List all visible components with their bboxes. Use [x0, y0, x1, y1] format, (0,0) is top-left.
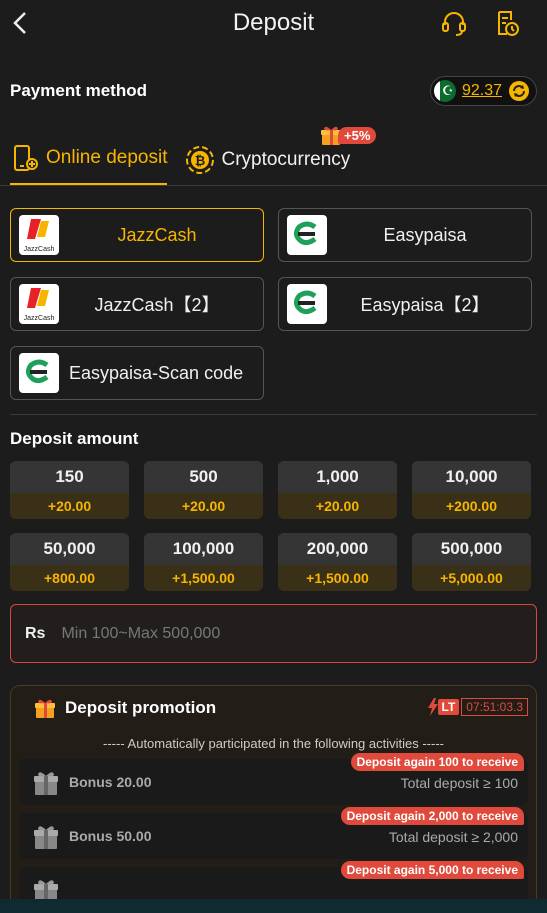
method-jazzcash[interactable]: JazzCash JazzCash [10, 208, 264, 262]
payment-method-label: Payment method [10, 81, 147, 100]
header: Deposit [0, 0, 547, 46]
tab-cryptocurrency-label: Cryptocurrency [221, 149, 351, 170]
method-easypaisa-scan-code[interactable]: Easypaisa-Scan code [10, 346, 264, 400]
amount-bonus: +20.00 [278, 493, 397, 519]
bonus-name: Bonus 50.00 [69, 828, 152, 844]
currency-label: Rs [25, 624, 46, 642]
promotion-timer: LT 07:51:03.3 [427, 698, 528, 716]
amount-value: 500 [144, 461, 263, 493]
payment-method-row: Payment method ☪ 92.37 [0, 66, 547, 116]
amount-bonus: +20.00 [10, 493, 129, 519]
amount-bonus: +20.00 [144, 493, 263, 519]
pakistan-flag-icon: ☪ [433, 80, 456, 102]
method-easypaisa-label: Easypaisa [383, 224, 467, 245]
bonus-tag: Deposit again 2,000 to receive [340, 807, 524, 825]
amount-option[interactable]: 200,000 +1,500.00 [278, 533, 397, 591]
amount-option[interactable]: 500 +20.00 [144, 461, 263, 519]
amount-option[interactable]: 10,000 +200.00 [412, 461, 531, 519]
refresh-icon[interactable] [508, 80, 530, 102]
deposit-promotion-title: Deposit promotion [65, 698, 217, 717]
mobile-deposit-icon [14, 145, 38, 171]
back-arrow-icon[interactable] [10, 10, 30, 36]
gift-box-icon [34, 772, 58, 795]
bonus-tag: Deposit again 100 to receive [350, 753, 524, 771]
bitcoin-icon: ₿ [186, 146, 215, 174]
bottom-bar [0, 899, 547, 913]
limited-time-badge: LT [437, 699, 460, 715]
jazzcash-logo-icon: JazzCash [19, 284, 59, 324]
amount-value: 50,000 [10, 533, 129, 565]
method-easypaisa-2-label: Easypaisa【2】 [360, 295, 490, 315]
easypaisa-logo-icon [287, 284, 327, 324]
bonus-condition: Total deposit ≥ 100 [400, 775, 518, 791]
gift-box-icon [34, 826, 58, 849]
tab-online-deposit-label: Online deposit [46, 147, 168, 168]
crypto-bonus-badge: +5% [320, 124, 377, 146]
jazzcash-logo-text: JazzCash [24, 246, 55, 253]
deposit-promotion-card: Deposit promotion LT 07:51:03.3 ----- Au… [10, 685, 537, 913]
amount-option[interactable]: 100,000 +1,500.00 [144, 533, 263, 591]
lightning-icon [427, 698, 438, 716]
jazzcash-logo-text: JazzCash [24, 315, 55, 322]
amount-option[interactable]: 1,000 +20.00 [278, 461, 397, 519]
amount-option[interactable]: 500,000 +5,000.00 [412, 533, 531, 591]
bonus-item[interactable]: Bonus 20.00 Total deposit ≥ 100 Deposit … [19, 753, 528, 805]
method-easypaisa-scan-code-label: Easypaisa-Scan code [69, 362, 244, 383]
amount-value: 10,000 [412, 461, 531, 493]
amount-value: 200,000 [278, 533, 397, 565]
amount-option[interactable]: 150 +20.00 [10, 461, 129, 519]
easypaisa-logo-icon [19, 353, 59, 393]
payment-tabs: Online deposit ₿ Cryptocurrency +5% [0, 116, 547, 186]
headset-support-icon[interactable] [439, 8, 469, 38]
crypto-bonus-percent: +5% [338, 126, 377, 144]
method-easypaisa[interactable]: Easypaisa [278, 208, 532, 262]
payment-methods-grid: JazzCash JazzCash Easypaisa JazzCash Jaz… [10, 186, 537, 415]
amount-bonus: +5,000.00 [412, 565, 531, 591]
bonus-item[interactable]: Bonus 50.00 Total deposit ≥ 2,000 Deposi… [19, 807, 528, 859]
amount-bonus: +800.00 [10, 565, 129, 591]
amount-option[interactable]: 50,000 +800.00 [10, 533, 129, 591]
amount-value: 500,000 [412, 533, 531, 565]
amount-bonus: +200.00 [412, 493, 531, 519]
history-record-icon[interactable] [491, 8, 521, 38]
promotion-note: ----- Automatically participated in the … [103, 736, 444, 751]
amount-input-field: Rs [10, 604, 537, 663]
jazzcash-logo-icon: JazzCash [19, 215, 59, 255]
gift-icon [35, 699, 55, 718]
amount-value: 150 [10, 461, 129, 493]
amount-value: 1,000 [278, 461, 397, 493]
amount-value: 100,000 [144, 533, 263, 565]
bonus-condition: Total deposit ≥ 2,000 [388, 829, 518, 845]
method-jazzcash-2-label: JazzCash【2】 [94, 295, 220, 315]
svg-text:₿: ₿ [195, 153, 206, 168]
bonus-name: Bonus 20.00 [69, 774, 152, 790]
balance-value: 92.37 [461, 82, 502, 99]
amount-bonus: +1,500.00 [278, 565, 397, 591]
tab-online-deposit[interactable]: Online deposit [10, 143, 168, 185]
amount-bonus: +1,500.00 [144, 565, 263, 591]
bonus-tag: Deposit again 5,000 to receive [340, 861, 524, 879]
method-jazzcash-label: JazzCash [117, 224, 197, 245]
balance-display[interactable]: ☪ 92.37 [429, 76, 537, 106]
method-jazzcash-2[interactable]: JazzCash JazzCash【2】 [10, 277, 264, 331]
tab-cryptocurrency[interactable]: ₿ Cryptocurrency [185, 145, 350, 185]
amount-input[interactable] [61, 624, 522, 643]
deposit-amount-label: Deposit amount [10, 429, 139, 448]
amount-options-grid: 150 +20.00 500 +20.00 1,000 +20.00 10,000 +2… [0, 461, 547, 591]
method-easypaisa-2[interactable]: Easypaisa【2】 [278, 277, 532, 331]
countdown-timer: 07:51:03.3 [461, 698, 528, 716]
page-title: Deposit [232, 9, 315, 36]
easypaisa-logo-icon [287, 215, 327, 255]
